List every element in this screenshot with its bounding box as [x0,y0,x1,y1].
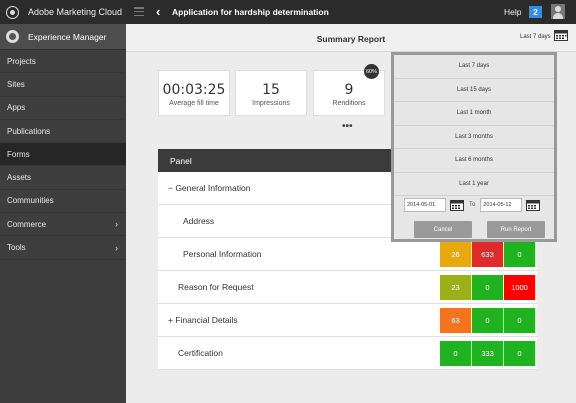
sidebar-item-forms[interactable]: Forms [0,143,126,167]
cancel-button[interactable]: Cancel [414,221,472,238]
run-report-button[interactable]: Run Report [487,221,545,238]
metric-cell: 63 [440,308,471,333]
menu-icon[interactable] [134,7,144,16]
metric-cell: 0 [504,242,535,267]
metric-cell: 26 [440,242,471,267]
metric-cell: 0 [472,275,503,300]
sidebar-item-label: Publications [7,126,51,136]
row-label: − General Information [168,183,251,193]
range-option-1-month[interactable]: Last 1 month [394,102,554,126]
range-option-1-year[interactable]: Last 1 year [394,173,554,196]
sidebar-item-label: Sites [7,79,25,89]
sidebar-item-communities[interactable]: Communities [0,190,126,214]
sidebar-item-label: Assets [7,173,32,183]
sidebar-item-label: Projects [7,56,36,66]
sidebar-header-label: Experience Manager [28,31,107,42]
metric-cell: 333 [472,341,503,366]
calendar-icon[interactable] [450,199,464,211]
sidebar-header[interactable]: Experience Manager [0,24,126,50]
metric-cell: 0 [472,308,503,333]
sidebar-item-projects[interactable]: Projects [0,50,126,74]
row-label: Certification [178,348,223,358]
sidebar-item-label: Communities [7,196,54,206]
metric-cell: 0 [440,341,471,366]
sidebar-item-assets[interactable]: Assets [0,166,126,190]
row-label: Address [183,216,215,226]
sidebar-item-publications[interactable]: Publications [0,120,126,144]
metric-cell: 23 [440,275,471,300]
page-title: Application for hardship determination [172,7,329,17]
avatar[interactable] [551,4,565,19]
table-row[interactable]: Personal Information 26 633 0 [158,238,537,271]
sidebar: Experience Manager Projects Sites Apps P… [0,24,126,403]
stat-card-impressions: 15 Impressions [235,70,307,116]
stat-caption: Renditions [332,100,366,107]
metric-cell: 0 [504,308,535,333]
table-row[interactable]: Reason for Request 23 0 1000 [158,271,537,304]
metric-cell: 0 [504,341,535,366]
stat-value: 9 [344,82,354,98]
metric-cell: 1000 [504,275,535,300]
to-date-field[interactable]: 2014-05-12 [480,198,523,212]
brand-label: Adobe Marketing Cloud [28,7,123,17]
metric-cells: 63 0 0 [440,308,536,333]
range-option-6-months[interactable]: Last 6 months [394,149,554,173]
metric-cells: 0 333 0 [440,341,536,366]
chevron-right-icon: › [115,219,118,230]
notification-badge[interactable]: 2 [529,6,542,18]
row-label: Reason for Request [178,282,254,292]
help-link[interactable]: Help [504,7,521,17]
metric-cells: 26 633 0 [440,242,536,267]
experience-manager-icon [6,30,19,43]
top-bar: Adobe Marketing Cloud ‹ Application for … [0,0,576,24]
custom-date-row: 2014-05-01 To 2014-05-12 [404,197,554,213]
stat-card-fill-time: 00:03:25 Average fill time [158,70,230,116]
sidebar-item-sites[interactable]: Sites [0,73,126,97]
stat-caption: Average fill time [169,100,219,107]
sidebar-item-label: Apps [7,103,26,113]
user-icon [555,6,561,12]
stat-caption: Impressions [252,100,290,107]
sidebar-item-label: Tools [7,243,26,253]
to-label: To [469,202,476,208]
chevron-right-icon: › [115,242,118,253]
report-title: Summary Report [316,34,386,44]
range-option-7-days[interactable]: Last 7 days [394,55,554,79]
more-icon[interactable]: ••• [342,121,353,132]
table-row[interactable]: Certification 0 333 0 [158,337,537,370]
table-header-label: Panel [170,155,192,166]
range-option-3-months[interactable]: Last 3 months [394,126,554,149]
percentage-badge: 60% [364,64,379,79]
date-range-label: Last 7 days [520,34,551,40]
row-label: + Financial Details [168,315,238,325]
report-header: Summary Report Last 7 days [126,24,576,52]
stat-value: 00:03:25 [162,82,226,98]
calendar-icon[interactable] [526,199,541,211]
back-icon[interactable]: ‹ [156,5,160,19]
brand-area[interactable]: Adobe Marketing Cloud [0,0,126,24]
calendar-icon[interactable] [554,29,568,41]
from-date-field[interactable]: 2014-05-01 [404,198,446,212]
sidebar-item-tools[interactable]: Tools › [0,236,126,260]
sidebar-item-label: Forms [7,149,30,159]
adobe-logo-icon [6,5,19,19]
sidebar-item-apps[interactable]: Apps [0,97,126,120]
stat-value: 15 [262,82,280,98]
sidebar-item-label: Commerce [7,219,47,229]
sidebar-item-commerce[interactable]: Commerce › [0,213,126,237]
metric-cells: 23 0 1000 [440,275,536,300]
range-option-15-days[interactable]: Last 15 days [394,79,554,102]
metric-cell: 633 [472,242,503,267]
table-row[interactable]: + Financial Details 63 0 0 [158,304,537,337]
date-range-popover: Last 7 days Last 15 days Last 1 month La… [391,52,557,242]
row-label: Personal Information [183,249,262,259]
